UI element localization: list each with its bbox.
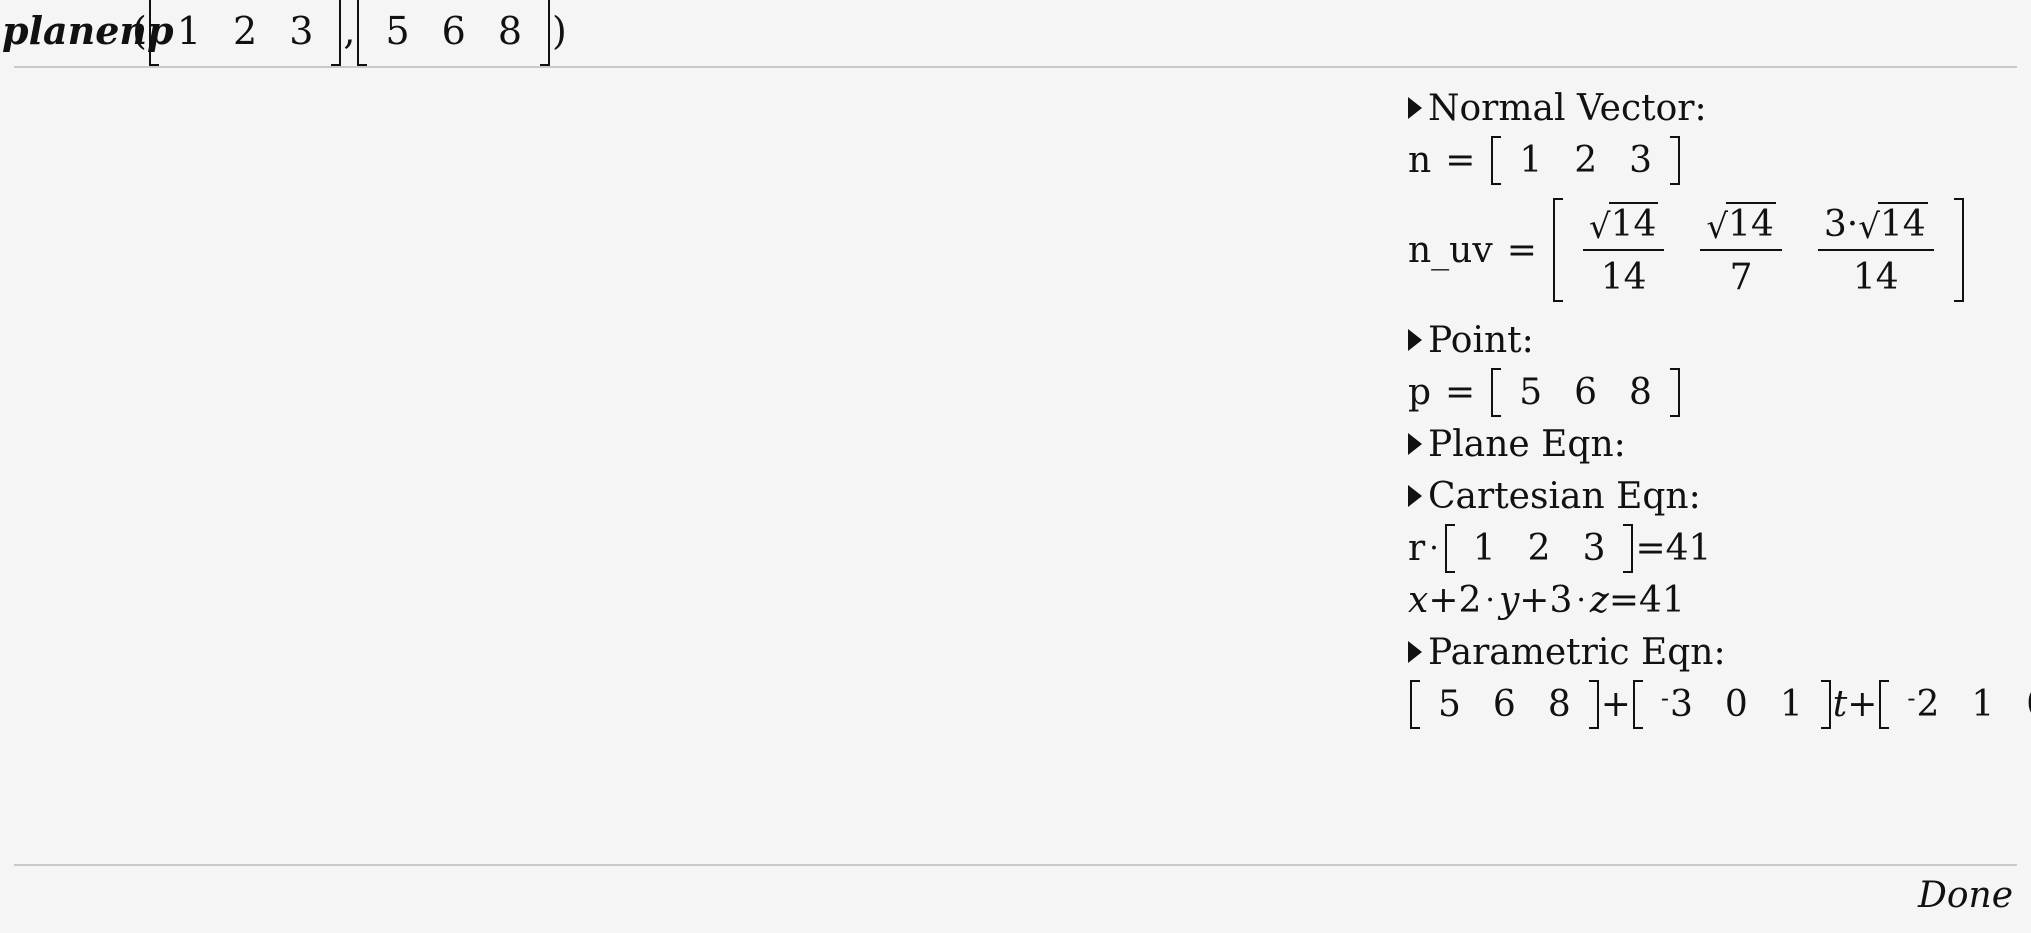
n-line: n = 1 2 3 — [1408, 134, 2028, 186]
plane-eqn-header[interactable]: Plane Eqn: — [1408, 418, 2028, 470]
equals: = — [1445, 371, 1476, 413]
dot-operator: · — [1429, 530, 1439, 566]
entry-line[interactable]: planenp ( 1 2 3 , 5 6 8 ) — [0, 0, 2031, 66]
equals: = — [1635, 527, 1666, 569]
radicand: 14 — [1608, 202, 1659, 245]
denominator: 14 — [1600, 257, 1647, 298]
normal-cell: 2 — [1527, 527, 1551, 569]
cartesian-normal-matrix: 1 2 3 — [1444, 523, 1634, 573]
equals: = — [1506, 229, 1537, 271]
n-matrix: 1 2 3 — [1491, 135, 1680, 185]
param-dir1-matrix: -3 0 1 — [1632, 679, 1831, 729]
plus: + — [1600, 683, 1631, 725]
n-label: n — [1408, 139, 1432, 181]
normal-cell: 3 — [1582, 527, 1606, 569]
param-point-matrix: 5 6 8 — [1410, 679, 1599, 729]
p-cell: 6 — [1574, 371, 1598, 413]
header-label: Cartesian Eqn: — [1428, 475, 1701, 517]
radicand: 14 — [1726, 202, 1776, 245]
arg2-cell: 6 — [441, 9, 466, 53]
n-uv-fraction: 3· √ 14 14 — [1817, 202, 1934, 298]
value: 2 — [1916, 683, 1940, 725]
cartesian-rhs: 41 — [1665, 527, 1712, 569]
n-uv-matrix: √ 14 14 √ 14 7 3· √ 14 14 — [1552, 198, 1964, 302]
close-paren: ) — [552, 9, 567, 53]
param-dir1-cell: -3 — [1645, 684, 1709, 725]
param-dir1-cell: 0 — [1724, 683, 1748, 725]
p-matrix: 5 6 8 — [1491, 367, 1680, 417]
normal-cell: 1 — [1472, 527, 1496, 569]
point-header[interactable]: Point: — [1408, 314, 2028, 366]
parametric-line: 5 6 8 + -3 0 1 t + -2 1 0 s — [1408, 678, 2031, 730]
header-label: Plane Eqn: — [1428, 423, 1626, 465]
coefficient: 3· — [1823, 204, 1859, 245]
param-var-t: t — [1832, 683, 1848, 725]
param-dir2-cell: 0 — [2010, 684, 2031, 725]
p-cell: 8 — [1629, 371, 1652, 413]
value: 3 — [1670, 683, 1693, 725]
n-uv-fraction: √ 14 7 — [1700, 202, 1782, 298]
equals: = — [1445, 139, 1476, 181]
arg1-cell: 3 — [289, 9, 314, 53]
negative-sign: - — [1660, 683, 1669, 712]
top-divider — [14, 66, 2017, 68]
term-2: +2 — [1428, 579, 1482, 621]
n-cell: 3 — [1629, 139, 1653, 181]
open-paren: ( — [132, 9, 147, 53]
header-label: Point: — [1428, 319, 1534, 361]
n-uv-line: n_uv = √ 14 14 √ 14 7 3· √ 14 14 — [1408, 186, 2028, 314]
arg2-cell: 8 — [497, 9, 523, 53]
n-uv-fraction: √ 14 14 — [1582, 202, 1665, 298]
cartesian-eqn-header[interactable]: Cartesian Eqn: — [1408, 470, 2028, 522]
p-label: p — [1408, 371, 1432, 413]
r-label: r — [1408, 527, 1426, 569]
denominator: 14 — [1852, 257, 1899, 298]
n-uv-label: n_uv — [1408, 229, 1493, 271]
sqrt-symbol: √ — [1706, 207, 1729, 247]
term-3: +3 — [1519, 579, 1573, 621]
param-dir2-cell: -2 — [1891, 684, 1955, 725]
arg2-matrix: 5 6 8 — [357, 0, 550, 66]
comma: , — [343, 9, 356, 53]
bottom-divider — [14, 864, 2017, 866]
arg1-cell: 1 — [176, 9, 202, 53]
sqrt-symbol: √ — [1588, 207, 1611, 247]
rhs: =41 — [1608, 579, 1685, 621]
var-x: x — [1408, 579, 1429, 621]
p-cell: 5 — [1519, 371, 1543, 413]
cartesian-vector-line: r · 1 2 3 = 41 — [1408, 522, 2028, 574]
done-status: Done — [1917, 875, 2013, 916]
header-label: Parametric Eqn: — [1428, 631, 1726, 673]
cartesian-expanded-line: x +2 · y +3 · z =41 — [1408, 574, 2028, 626]
n-cell: 1 — [1519, 139, 1543, 181]
output-block: Normal Vector: n = 1 2 3 n_uv = √ 14 14 √… — [1408, 82, 2031, 730]
var-y: y — [1498, 579, 1520, 621]
dot-operator: · — [1485, 582, 1495, 618]
param-point-cell: 6 — [1492, 683, 1516, 725]
sqrt-symbol: √ — [1858, 207, 1880, 247]
param-point-cell: 5 — [1438, 683, 1461, 725]
param-dir1-cell: 1 — [1779, 683, 1803, 725]
radicand: 14 — [1877, 202, 1928, 245]
arg2-cell: 5 — [385, 9, 410, 53]
parametric-eqn-header[interactable]: Parametric Eqn: — [1408, 626, 2028, 678]
negative-sign: - — [1907, 683, 1916, 712]
denominator: 7 — [1729, 257, 1753, 298]
plus: + — [1847, 683, 1878, 725]
p-line: p = 5 6 8 — [1408, 366, 2028, 418]
n-cell: 2 — [1574, 139, 1598, 181]
param-point-cell: 8 — [1547, 683, 1571, 725]
function-arguments: ( 1 2 3 , 5 6 8 ) — [132, 0, 567, 66]
header-label: Normal Vector: — [1428, 87, 1707, 129]
dot-operator: · — [1576, 582, 1586, 618]
param-dir2-cell: 1 — [1971, 683, 1995, 725]
param-dir2-matrix: -2 1 0 — [1879, 679, 2031, 729]
normal-vector-header[interactable]: Normal Vector: — [1408, 82, 2028, 134]
arg1-cell: 2 — [233, 9, 258, 53]
arg1-matrix: 1 2 3 — [148, 0, 342, 66]
var-z: z — [1589, 579, 1609, 621]
